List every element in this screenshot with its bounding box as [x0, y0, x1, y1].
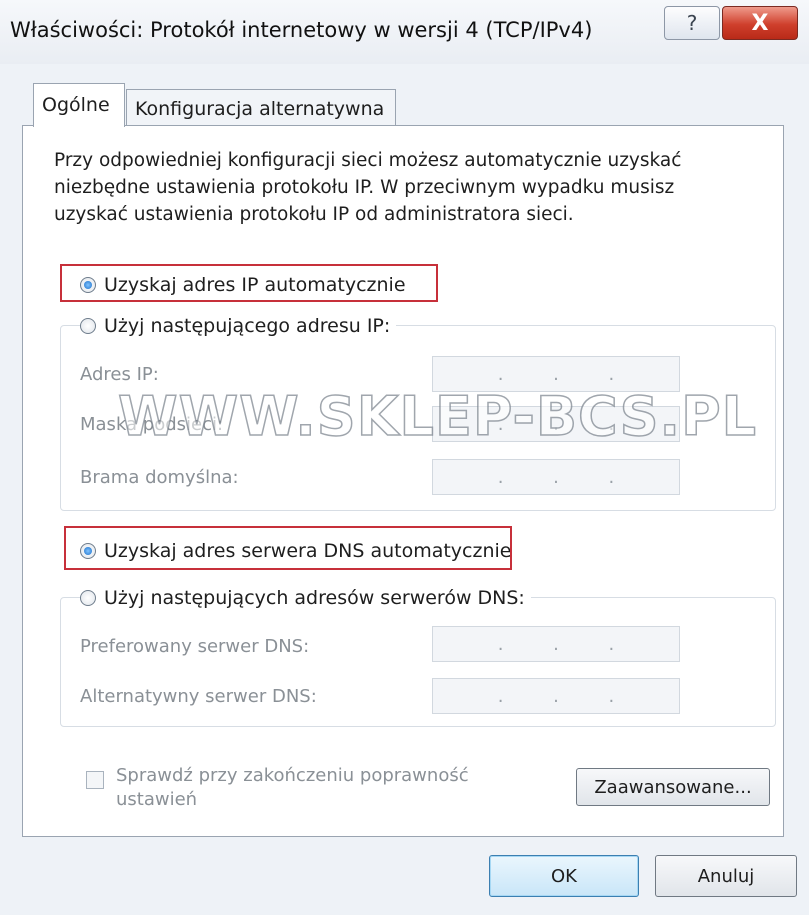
tab-general-label: Ogólne — [42, 94, 110, 116]
tab-alternate-config-label: Konfiguracja alternatywna — [135, 98, 385, 120]
ok-button-label: OK — [551, 865, 577, 887]
preferred-dns-label: Preferowany serwer DNS: — [80, 636, 310, 657]
alternate-dns-label: Alternatywny serwer DNS: — [80, 686, 317, 707]
dns-manual-option[interactable]: Użyj następujących adresów serwerów DNS: — [80, 587, 531, 609]
advanced-button-label: Zaawansowane... — [594, 776, 752, 798]
help-button[interactable]: ? — [664, 6, 720, 40]
validate-on-exit-label: Sprawdź przy zakończeniu poprawność usta… — [116, 765, 469, 810]
ip-auto-highlight — [60, 264, 438, 302]
validate-on-exit-checkbox[interactable] — [86, 771, 104, 789]
ip-address-label: Adres IP: — [80, 364, 159, 385]
alternate-dns-input[interactable]: ... — [432, 678, 680, 714]
window-title: Właściwości: Protokół internetowy w wers… — [10, 18, 593, 42]
dns-auto-highlight — [64, 526, 512, 570]
help-icon: ? — [686, 11, 698, 35]
close-button[interactable]: X — [722, 6, 798, 40]
title-bar[interactable]: Właściwości: Protokół internetowy w wers… — [0, 0, 809, 64]
preferred-dns-input[interactable]: ... — [432, 626, 680, 662]
default-gateway-label: Brama domyślna: — [80, 467, 239, 488]
cancel-button-label: Anuluj — [697, 865, 755, 887]
ip-manual-option[interactable]: Użyj następującego adresu IP: — [80, 315, 397, 337]
description-text: Przy odpowiedniej konfiguracji sieci moż… — [54, 150, 682, 225]
ip-manual-label: Użyj następującego adresu IP: — [104, 315, 391, 337]
advanced-button[interactable]: Zaawansowane... — [576, 768, 770, 806]
tab-general[interactable]: Ogólne — [33, 83, 125, 127]
ok-button[interactable]: OK — [489, 855, 639, 897]
cancel-button[interactable]: Anuluj — [655, 855, 797, 897]
tab-alternate-config[interactable]: Konfiguracja alternatywna — [126, 89, 396, 127]
close-icon: X — [751, 10, 769, 36]
dns-manual-radio[interactable] — [80, 590, 96, 606]
dns-manual-label: Użyj następujących adresów serwerów DNS: — [104, 587, 525, 609]
ip-manual-radio[interactable] — [80, 318, 96, 334]
watermark: WWW.SKLEP-BCS.PL — [117, 384, 758, 449]
default-gateway-input[interactable]: ... — [432, 459, 680, 495]
